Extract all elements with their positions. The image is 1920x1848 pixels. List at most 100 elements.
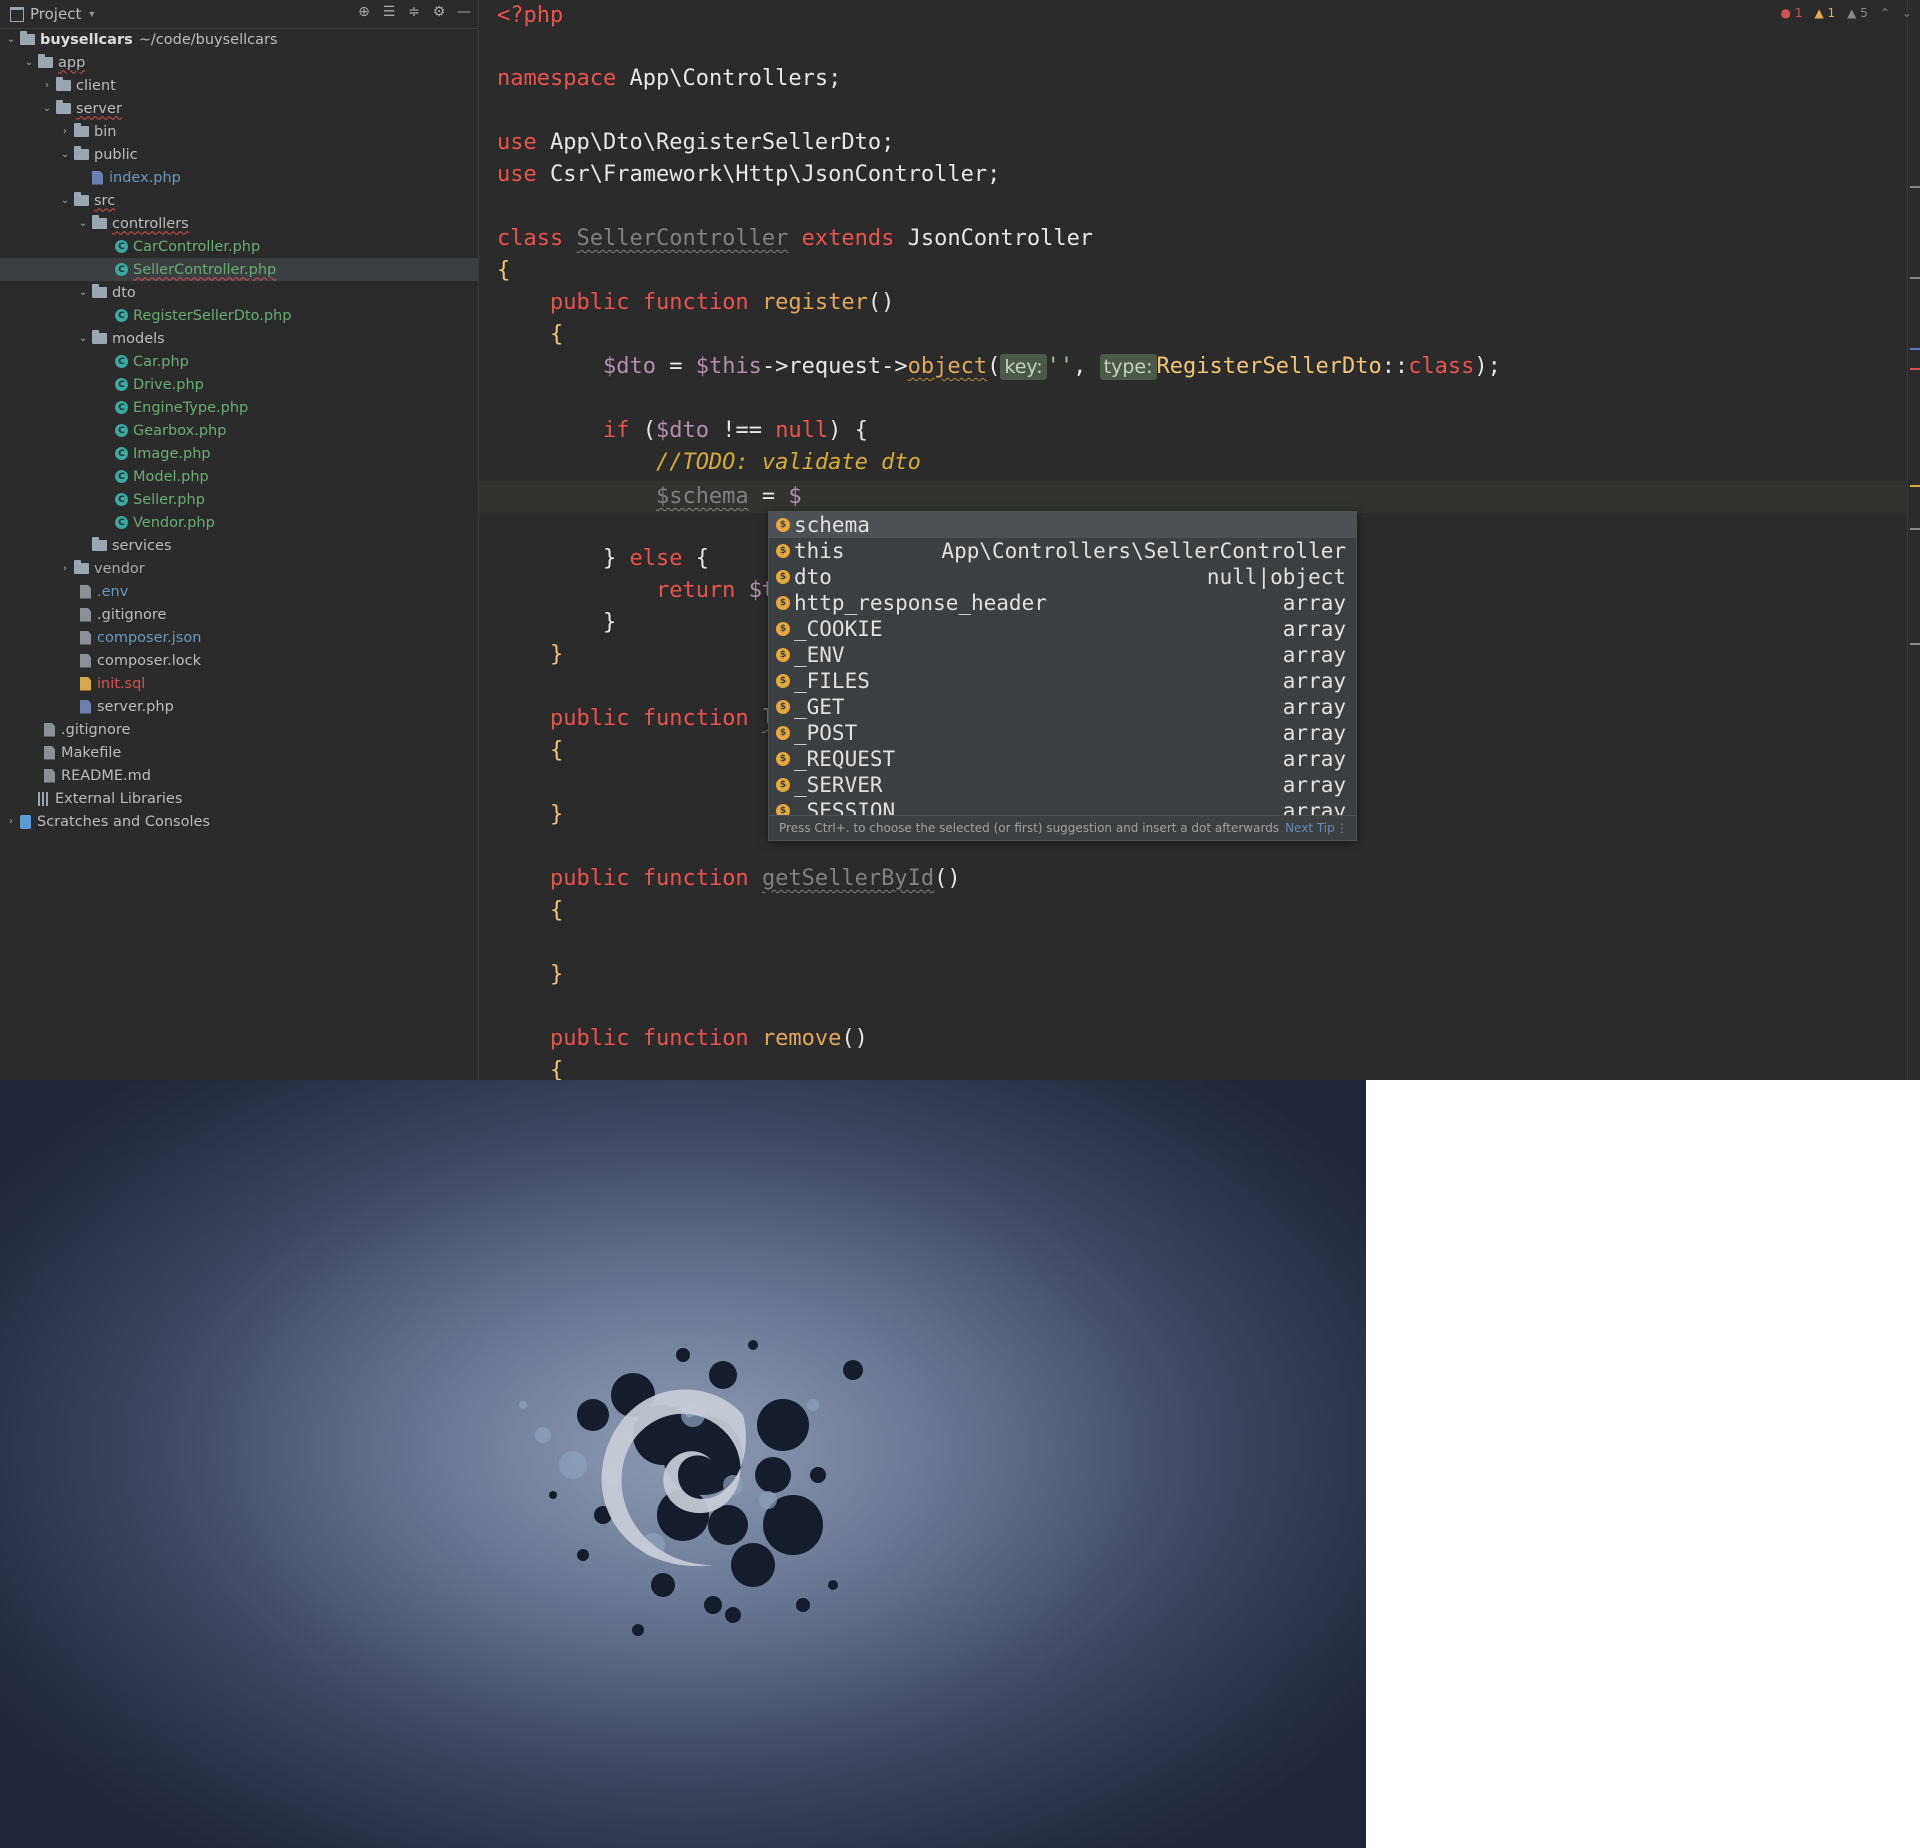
chevron-down-icon[interactable]: ⌄ (56, 149, 74, 160)
warning-count[interactable]: ▲ 1 (1814, 6, 1835, 20)
tree-item-image[interactable]: C Image.php (0, 442, 478, 465)
tree-item-services[interactable]: services (0, 534, 478, 557)
php-file-icon (92, 170, 103, 185)
inspection-widget[interactable]: ● 1 ▲ 1 ▲ 5 ⌃ ⌄ (1781, 6, 1912, 20)
error-count[interactable]: ● 1 (1781, 6, 1803, 20)
more-options-icon[interactable]: ⋮ (1336, 821, 1348, 835)
tree-item-index-php[interactable]: index.php (0, 166, 478, 189)
locate-icon[interactable]: ⊕ (356, 4, 372, 20)
chevron-down-icon[interactable]: ▾ (89, 9, 94, 20)
tree-item-label: public (94, 146, 138, 163)
code-line: public function l (549, 706, 775, 731)
tree-item-app[interactable]: ⌄ app (0, 51, 478, 74)
weak-warning-count[interactable]: ▲ 5 (1847, 6, 1868, 20)
tree-item-sellercontroller[interactable]: C SellerController.php (0, 258, 478, 281)
chevron-down-icon[interactable]: ⌄ (74, 287, 92, 298)
tree-item-gitignore-root[interactable]: .gitignore (0, 718, 478, 741)
tree-item-external-libraries[interactable]: External Libraries (0, 787, 478, 810)
tree-item-dto[interactable]: ⌄ dto (0, 281, 478, 304)
tree-item-vendor-class[interactable]: C Vendor.php (0, 511, 478, 534)
completion-item[interactable]: $ _POST array (769, 720, 1356, 746)
chevron-down-icon[interactable]: ⌄ (56, 195, 74, 206)
weak-warning-icon: ▲ (1847, 6, 1857, 20)
variable-icon: $ (776, 778, 790, 792)
chevron-down-icon[interactable]: ⌄ (2, 34, 20, 45)
file-icon (80, 653, 91, 668)
tree-item-makefile[interactable]: Makefile (0, 741, 478, 764)
tree-item-model[interactable]: C Model.php (0, 465, 478, 488)
completion-item[interactable]: $ http_response_header array (769, 590, 1356, 616)
tree-item-label: SellerController.php (133, 261, 277, 278)
code-line: class SellerController extends JsonContr… (497, 226, 1094, 251)
tree-item-gearbox[interactable]: C Gearbox.php (0, 419, 478, 442)
chevron-up-icon[interactable]: ⌃ (1880, 6, 1890, 20)
tree-item-env[interactable]: .env (0, 580, 478, 603)
editor-scrollbar[interactable] (1907, 0, 1920, 1080)
tree-item-label: Model.php (133, 468, 209, 485)
tree-item-label: init.sql (97, 675, 146, 692)
tree-item-server-php[interactable]: server.php (0, 695, 478, 718)
tree-item-carcontroller[interactable]: C CarController.php (0, 235, 478, 258)
tree-item-label: buysellcars (40, 31, 133, 48)
tree-item-models[interactable]: ⌄ models (0, 327, 478, 350)
parameter-hint-key: key: (1000, 354, 1047, 380)
code-line: } else { (602, 546, 709, 571)
folder-icon (74, 560, 89, 574)
folder-icon (92, 537, 107, 551)
class-icon: C (115, 401, 128, 414)
tree-item-src[interactable]: ⌄ src (0, 189, 478, 212)
tree-item-scratches[interactable]: › Scratches and Consoles (0, 810, 478, 833)
hide-icon[interactable]: — (456, 4, 472, 20)
tree-item-label: Car.php (133, 353, 189, 370)
tree-item-seller[interactable]: C Seller.php (0, 488, 478, 511)
tree-item-car[interactable]: C Car.php (0, 350, 478, 373)
completion-tip-text: Press Ctrl+. to choose the selected (or … (779, 821, 1280, 835)
completion-item[interactable]: $ _REQUEST array (769, 746, 1356, 772)
tree-item-label: composer.json (97, 629, 202, 646)
tree-item-registersellerdto[interactable]: C RegisterSellerDto.php (0, 304, 478, 327)
tree-item-public[interactable]: ⌄ public (0, 143, 478, 166)
completion-item[interactable]: $ _COOKIE array (769, 616, 1356, 642)
completion-item[interactable]: $ schema (769, 512, 1356, 538)
next-tip-link[interactable]: Next Tip (1285, 821, 1335, 835)
completion-item[interactable]: $ _GET array (769, 694, 1356, 720)
code-line: } (549, 962, 564, 987)
tree-item-composer-json[interactable]: composer.json (0, 626, 478, 649)
chevron-right-icon[interactable]: › (38, 80, 56, 91)
code-line: if ($dto !== null) { (602, 418, 868, 443)
code-line: { (549, 1058, 564, 1080)
tree-item-controllers[interactable]: ⌄ controllers (0, 212, 478, 235)
completion-popup[interactable]: $ schema $ this App\Controllers\SellerCo… (768, 511, 1357, 841)
completion-item[interactable]: $ _ENV array (769, 642, 1356, 668)
tree-item-client[interactable]: › client (0, 74, 478, 97)
tree-item-label: Image.php (133, 445, 211, 462)
tree-item-drive[interactable]: C Drive.php (0, 373, 478, 396)
expand-all-icon[interactable]: ☰ (381, 4, 397, 20)
tree-item-label: server.php (97, 698, 174, 715)
tree-item-label: server (76, 100, 122, 117)
code-line: { (549, 898, 564, 923)
chevron-down-icon[interactable]: ⌄ (74, 333, 92, 344)
tree-item-composer-lock[interactable]: composer.lock (0, 649, 478, 672)
collapse-all-icon[interactable]: ≑ (406, 4, 422, 20)
tree-item-enginetype[interactable]: C EngineType.php (0, 396, 478, 419)
chevron-down-icon[interactable]: ⌄ (20, 57, 38, 68)
tree-item-bin[interactable]: › bin (0, 120, 478, 143)
completion-item[interactable]: $ _FILES array (769, 668, 1356, 694)
gear-icon[interactable]: ⚙ (431, 4, 447, 20)
chevron-down-icon[interactable]: ⌄ (74, 218, 92, 229)
tree-item-gitignore[interactable]: .gitignore (0, 603, 478, 626)
completion-item[interactable]: $ this App\Controllers\SellerController (769, 538, 1356, 564)
class-icon: C (115, 355, 128, 368)
tree-item-buysellcars[interactable]: ⌄ buysellcars ~/code/buysellcars (0, 28, 478, 51)
tree-item-readme[interactable]: README.md (0, 764, 478, 787)
completion-item[interactable]: $ dto null|object (769, 564, 1356, 590)
completion-item[interactable]: $ _SERVER array (769, 772, 1356, 798)
chevron-right-icon[interactable]: › (2, 816, 20, 827)
tree-item-init-sql[interactable]: init.sql (0, 672, 478, 695)
tree-item-server[interactable]: ⌄ server (0, 97, 478, 120)
chevron-right-icon[interactable]: › (56, 126, 74, 137)
chevron-down-icon[interactable]: ⌄ (38, 103, 56, 114)
tree-item-vendor[interactable]: › vendor (0, 557, 478, 580)
chevron-right-icon[interactable]: › (56, 563, 74, 574)
